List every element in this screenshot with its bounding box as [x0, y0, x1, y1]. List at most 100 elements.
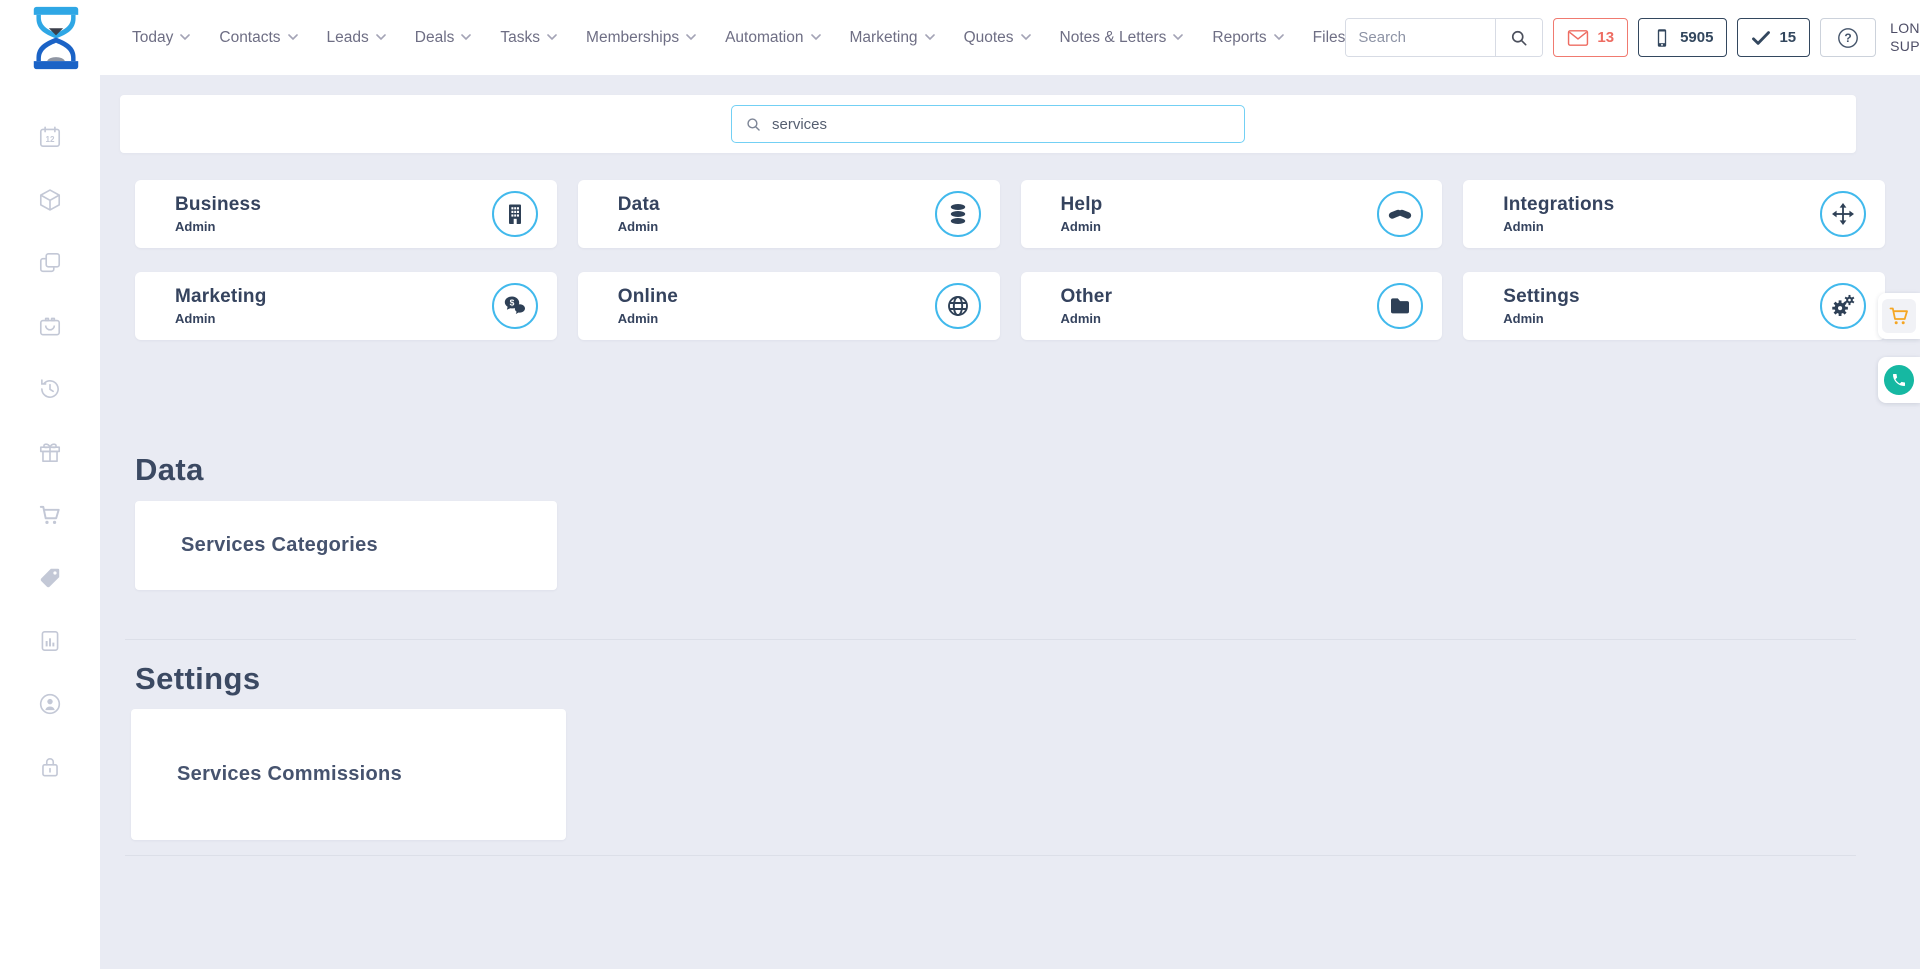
category-title: Business: [175, 194, 492, 216]
sidebar-item-camera[interactable]: [36, 312, 64, 340]
sidebar-item-security[interactable]: [36, 753, 64, 781]
app-logo-icon[interactable]: [26, 6, 86, 70]
chevron-down-icon: [686, 34, 696, 41]
nav-item-memberships[interactable]: Memberships: [586, 29, 696, 47]
nav-item-marketing[interactable]: Marketing: [850, 29, 935, 47]
help-button[interactable]: ?: [1820, 18, 1876, 57]
svg-text:12: 12: [45, 135, 55, 144]
category-subtitle: Admin: [618, 311, 935, 326]
category-card-other[interactable]: Other Admin: [1021, 272, 1443, 340]
top-bar: Today Contacts Leads Deals Tasks Members…: [0, 0, 1920, 75]
main-navigation: Today Contacts Leads Deals Tasks Members…: [132, 29, 1345, 47]
category-card-integrations[interactable]: Integrations Admin: [1463, 180, 1885, 248]
member-circle-icon: [37, 691, 63, 717]
admin-search-box: [731, 105, 1245, 143]
sidebar-item-reports[interactable]: [36, 627, 64, 655]
nav-item-contacts[interactable]: Contacts: [219, 29, 297, 47]
section-divider: [125, 855, 1856, 856]
top-bar-controls: 13 5905 15 ? LONDON SUPPORT: [1345, 15, 1920, 61]
chevron-down-icon: [180, 34, 190, 41]
sidebar-item-members[interactable]: [36, 690, 64, 718]
handshake-icon: [1387, 201, 1413, 227]
svg-text:$: $: [509, 297, 514, 307]
tasks-button[interactable]: 15: [1737, 18, 1810, 57]
nav-item-tasks[interactable]: Tasks: [500, 29, 557, 47]
envelope-icon: [1567, 29, 1589, 47]
chevron-down-icon: [461, 34, 471, 41]
question-circle-icon: ?: [1836, 26, 1860, 50]
chevron-down-icon: [288, 34, 298, 41]
sidebar-item-shop[interactable]: [36, 501, 64, 529]
admin-category-grid: Business Admin Data Admin Help Admin: [135, 180, 1885, 340]
category-title: Online: [618, 286, 935, 308]
phone-icon: [1891, 372, 1907, 388]
result-card-services-categories[interactable]: Services Categories: [135, 501, 557, 590]
shop-widget-button[interactable]: [1878, 293, 1920, 339]
category-card-online[interactable]: Online Admin: [578, 272, 1000, 340]
nav-item-notes-letters[interactable]: Notes & Letters: [1060, 29, 1184, 47]
lock-icon: [37, 754, 63, 780]
gears-icon: [1830, 293, 1856, 319]
cart-icon: [1887, 304, 1911, 328]
chevron-down-icon: [547, 34, 557, 41]
messages-button[interactable]: 13: [1553, 18, 1628, 57]
cart-icon: [37, 502, 63, 528]
chevron-down-icon: [1274, 34, 1284, 41]
sidebar-item-gifts[interactable]: [36, 438, 64, 466]
main-content: Business Admin Data Admin Help Admin: [100, 75, 1920, 969]
tasks-count: 15: [1779, 29, 1796, 46]
nav-item-today[interactable]: Today: [132, 29, 190, 47]
category-title: Data: [618, 194, 935, 216]
category-subtitle: Admin: [175, 311, 492, 326]
sidebar-item-calendar[interactable]: 12: [36, 123, 64, 151]
globe-icon: [946, 294, 970, 318]
chevron-down-icon: [1173, 34, 1183, 41]
smartphone-icon: [1652, 27, 1672, 49]
building-icon: [503, 202, 527, 226]
admin-search-panel: [120, 95, 1856, 153]
category-title: Integrations: [1503, 194, 1820, 216]
nav-item-leads[interactable]: Leads: [327, 29, 386, 47]
move-arrows-icon: [1831, 202, 1855, 226]
category-card-help[interactable]: Help Admin: [1021, 180, 1443, 248]
sidebar-item-history[interactable]: [36, 375, 64, 403]
chevron-down-icon: [925, 34, 935, 41]
chevron-down-icon: [376, 34, 386, 41]
user-name-line1: LONDON: [1890, 20, 1920, 38]
result-card-services-commissions[interactable]: Services Commissions: [131, 709, 566, 840]
sidebar: 12: [0, 75, 100, 969]
admin-search-input[interactable]: [772, 116, 1231, 133]
category-card-marketing[interactable]: Marketing Admin $: [135, 272, 557, 340]
dollar-chat-icon: $: [503, 294, 527, 318]
nav-item-automation[interactable]: Automation: [725, 29, 820, 47]
category-subtitle: Admin: [1503, 311, 1820, 326]
category-card-settings[interactable]: Settings Admin: [1463, 272, 1885, 340]
result-card-label: Services Categories: [181, 534, 378, 557]
user-name: LONDON SUPPORT: [1890, 20, 1920, 55]
copy-icon: [37, 250, 63, 276]
category-subtitle: Admin: [618, 219, 935, 234]
calls-button[interactable]: 5905: [1638, 18, 1727, 57]
category-subtitle: Admin: [1061, 311, 1378, 326]
nav-item-files[interactable]: Files: [1313, 29, 1346, 47]
database-icon: [946, 202, 970, 226]
nav-item-reports[interactable]: Reports: [1212, 29, 1283, 47]
category-card-business[interactable]: Business Admin: [135, 180, 557, 248]
sidebar-item-packages[interactable]: [36, 186, 64, 214]
nav-item-quotes[interactable]: Quotes: [964, 29, 1031, 47]
category-card-data[interactable]: Data Admin: [578, 180, 1000, 248]
user-name-line2: SUPPORT: [1890, 38, 1920, 56]
call-widget-button[interactable]: [1878, 357, 1920, 403]
global-search-button[interactable]: [1495, 19, 1542, 56]
search-icon: [1509, 28, 1529, 48]
package-icon: [37, 187, 63, 213]
section-title-settings: Settings: [135, 661, 1920, 697]
calendar-12-icon: 12: [37, 124, 63, 150]
nav-item-deals[interactable]: Deals: [415, 29, 472, 47]
global-search-input[interactable]: [1346, 19, 1495, 56]
messages-count: 13: [1597, 29, 1614, 46]
sidebar-item-pricing[interactable]: [36, 564, 64, 592]
category-subtitle: Admin: [175, 219, 492, 234]
camera-icon: [37, 313, 63, 339]
sidebar-item-duplicates[interactable]: [36, 249, 64, 277]
